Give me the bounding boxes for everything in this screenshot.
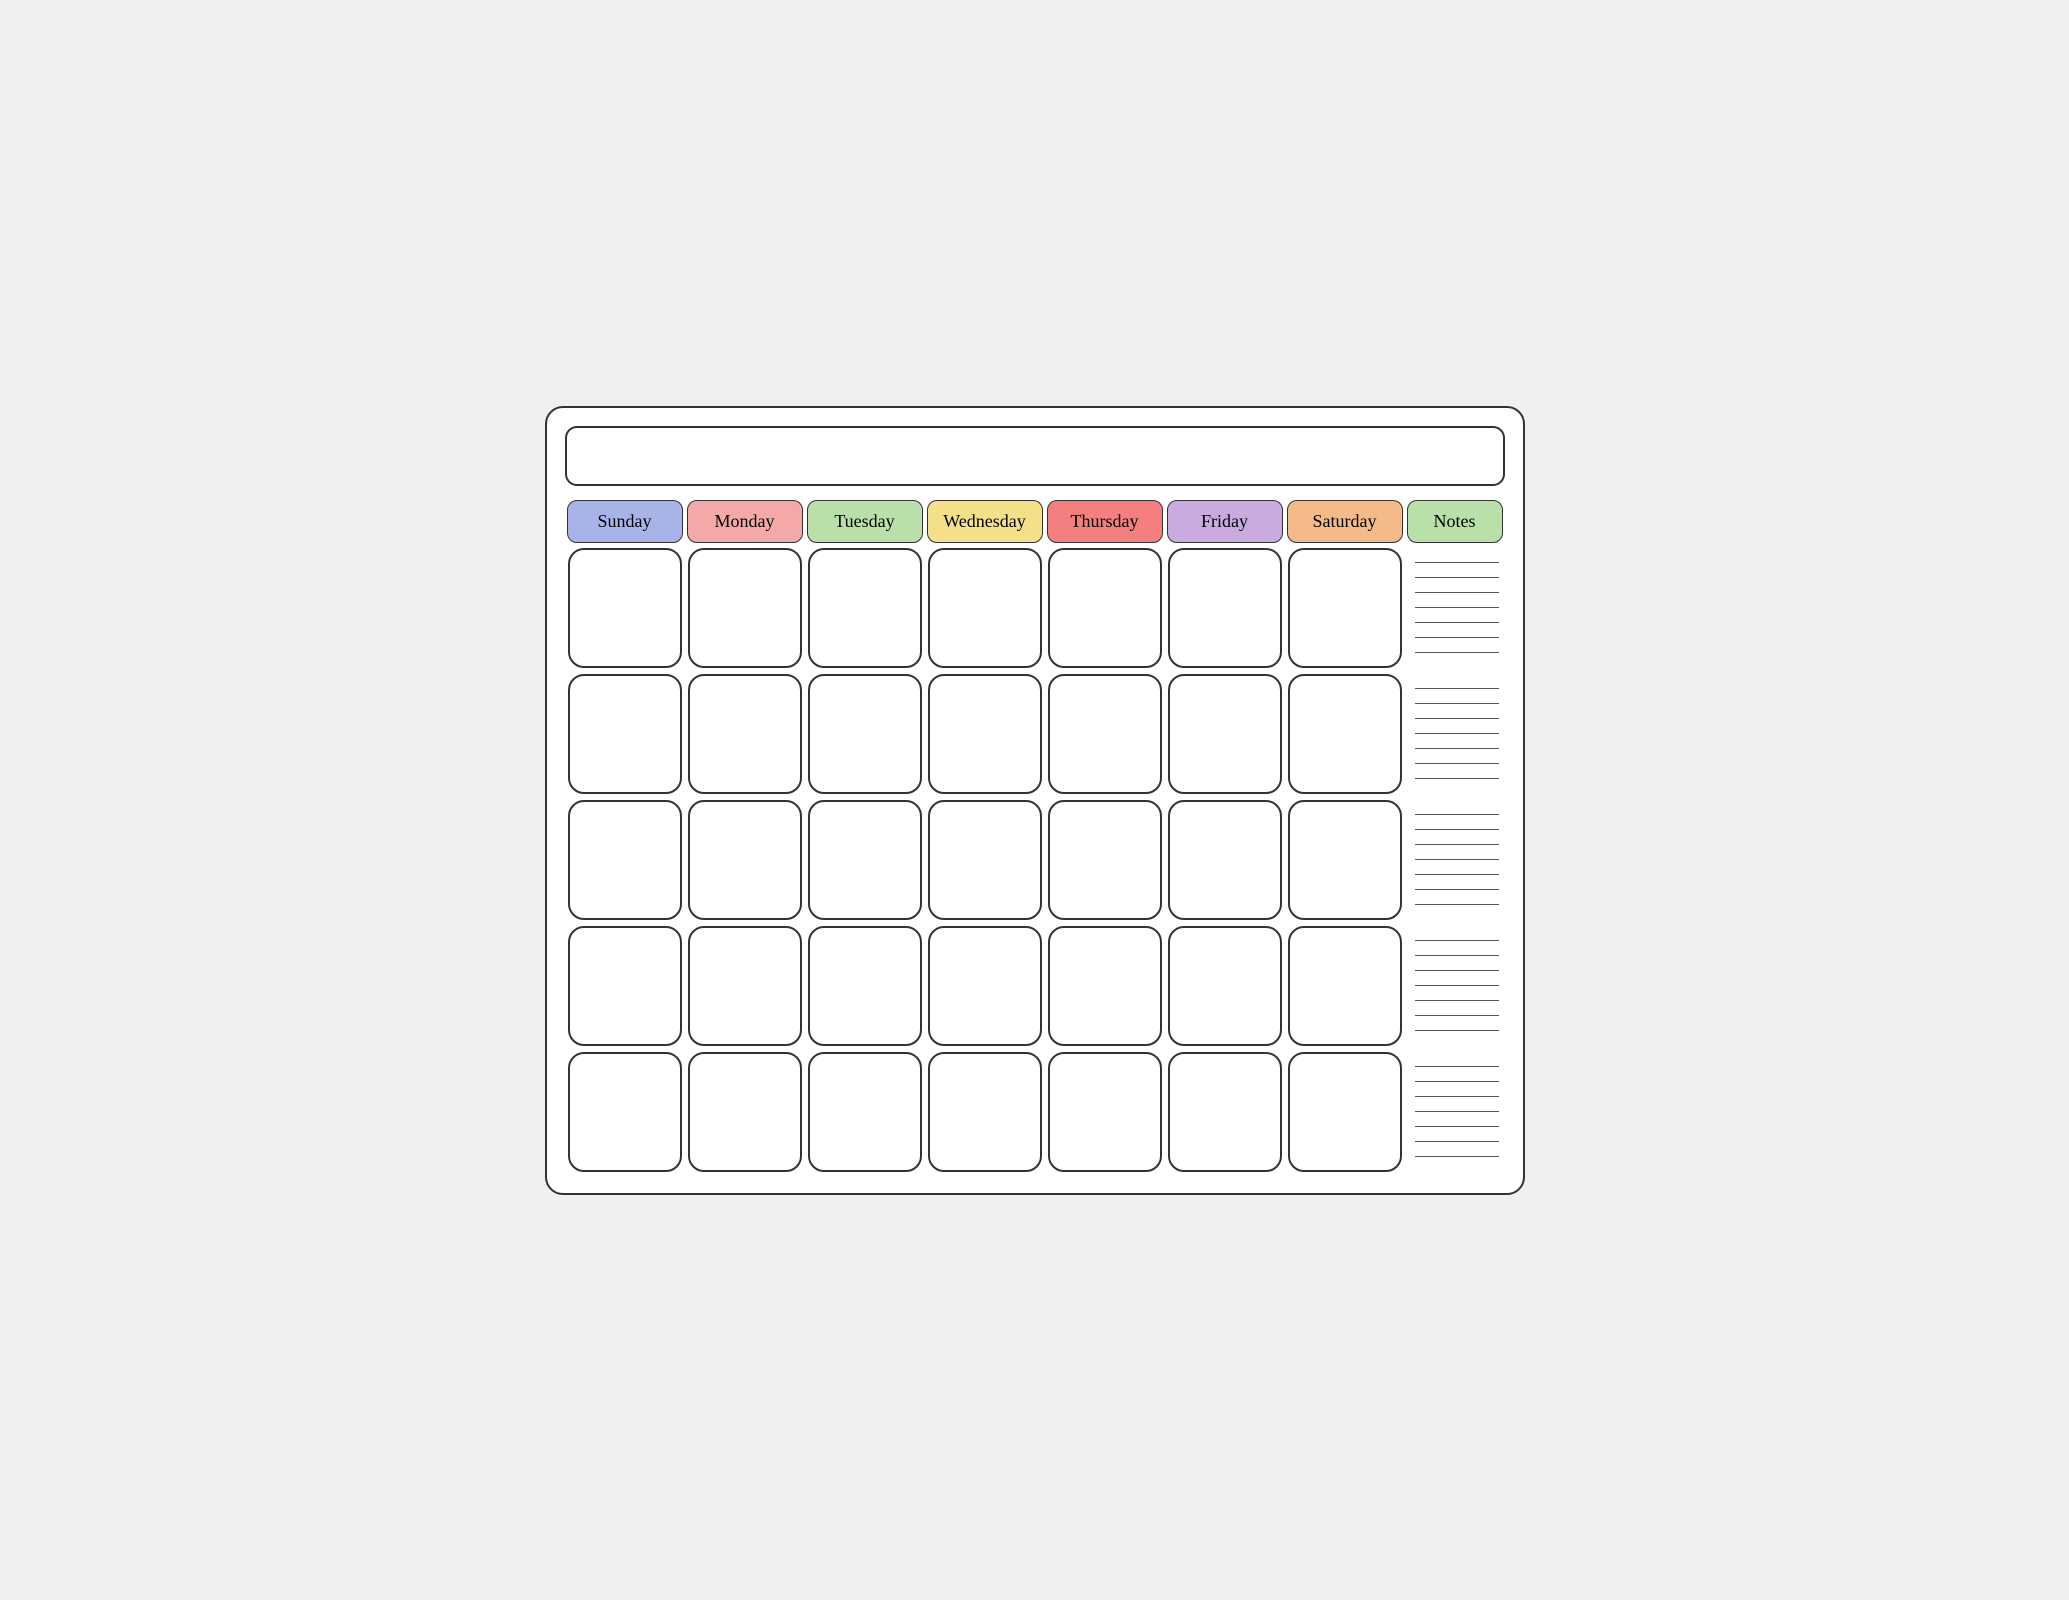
- notes-line: [1415, 1066, 1499, 1067]
- cell-r4-fri[interactable]: [1168, 926, 1282, 1046]
- notes-line: [1415, 940, 1499, 941]
- notes-line: [1415, 622, 1499, 623]
- notes-line: [1415, 748, 1499, 749]
- notes-r3[interactable]: [1405, 797, 1505, 923]
- header-monday: Monday: [687, 500, 803, 543]
- cell-r2-tue[interactable]: [808, 674, 922, 794]
- notes-line: [1415, 874, 1499, 875]
- notes-line: [1415, 763, 1499, 764]
- notes-r5[interactable]: [1405, 1049, 1505, 1175]
- cell-r4-thu[interactable]: [1048, 926, 1162, 1046]
- notes-line: [1415, 703, 1499, 704]
- notes-r4[interactable]: [1405, 923, 1505, 1049]
- notes-line: [1415, 733, 1499, 734]
- cell-r2-mon[interactable]: [688, 674, 802, 794]
- notes-line: [1415, 814, 1499, 815]
- calendar-container: Sunday Monday Tuesday Wednesday Thursday…: [545, 406, 1525, 1195]
- notes-line: [1415, 607, 1499, 608]
- cell-r3-sun[interactable]: [568, 800, 682, 920]
- notes-line: [1415, 637, 1499, 638]
- cell-r1-tue[interactable]: [808, 548, 922, 668]
- notes-line: [1415, 859, 1499, 860]
- header-notes: Notes: [1407, 500, 1503, 543]
- header-sunday: Sunday: [567, 500, 683, 543]
- notes-line: [1415, 985, 1499, 986]
- cell-r3-sat[interactable]: [1288, 800, 1402, 920]
- notes-line: [1415, 1096, 1499, 1097]
- notes-line: [1415, 970, 1499, 971]
- cell-r3-fri[interactable]: [1168, 800, 1282, 920]
- title-bar[interactable]: [565, 426, 1505, 486]
- cell-r3-wed[interactable]: [928, 800, 1042, 920]
- cell-r5-tue[interactable]: [808, 1052, 922, 1172]
- cell-r1-wed[interactable]: [928, 548, 1042, 668]
- notes-line: [1415, 718, 1499, 719]
- notes-line: [1415, 1030, 1499, 1031]
- cell-r4-tue[interactable]: [808, 926, 922, 1046]
- cell-r5-fri[interactable]: [1168, 1052, 1282, 1172]
- cell-r4-wed[interactable]: [928, 926, 1042, 1046]
- cell-r5-thu[interactable]: [1048, 1052, 1162, 1172]
- cell-r5-sun[interactable]: [568, 1052, 682, 1172]
- notes-line: [1415, 955, 1499, 956]
- notes-line: [1415, 778, 1499, 779]
- cell-r3-mon[interactable]: [688, 800, 802, 920]
- header-thursday: Thursday: [1047, 500, 1163, 543]
- cell-r2-sun[interactable]: [568, 674, 682, 794]
- header-tuesday: Tuesday: [807, 500, 923, 543]
- calendar-grid: Sunday Monday Tuesday Wednesday Thursday…: [565, 498, 1505, 1175]
- notes-line: [1415, 1111, 1499, 1112]
- cell-r4-mon[interactable]: [688, 926, 802, 1046]
- cell-r3-thu[interactable]: [1048, 800, 1162, 920]
- notes-line: [1415, 1015, 1499, 1016]
- cell-r2-fri[interactable]: [1168, 674, 1282, 794]
- notes-r1[interactable]: [1405, 545, 1505, 671]
- cell-r5-sat[interactable]: [1288, 1052, 1402, 1172]
- notes-line: [1415, 844, 1499, 845]
- notes-r2[interactable]: [1405, 671, 1505, 797]
- cell-r2-thu[interactable]: [1048, 674, 1162, 794]
- notes-line: [1415, 688, 1499, 689]
- cell-r1-sun[interactable]: [568, 548, 682, 668]
- notes-line: [1415, 562, 1499, 563]
- cell-r2-wed[interactable]: [928, 674, 1042, 794]
- header-saturday: Saturday: [1287, 500, 1403, 543]
- notes-line: [1415, 1081, 1499, 1082]
- cell-r1-sat[interactable]: [1288, 548, 1402, 668]
- notes-line: [1415, 904, 1499, 905]
- cell-r4-sat[interactable]: [1288, 926, 1402, 1046]
- cell-r1-fri[interactable]: [1168, 548, 1282, 668]
- cell-r5-wed[interactable]: [928, 1052, 1042, 1172]
- notes-line: [1415, 889, 1499, 890]
- notes-line: [1415, 829, 1499, 830]
- header-wednesday: Wednesday: [927, 500, 1043, 543]
- notes-line: [1415, 577, 1499, 578]
- cell-r4-sun[interactable]: [568, 926, 682, 1046]
- notes-line: [1415, 592, 1499, 593]
- cell-r2-sat[interactable]: [1288, 674, 1402, 794]
- cell-r5-mon[interactable]: [688, 1052, 802, 1172]
- header-friday: Friday: [1167, 500, 1283, 543]
- notes-line: [1415, 1141, 1499, 1142]
- notes-line: [1415, 652, 1499, 653]
- notes-line: [1415, 1156, 1499, 1157]
- notes-line: [1415, 1126, 1499, 1127]
- cell-r1-thu[interactable]: [1048, 548, 1162, 668]
- notes-line: [1415, 1000, 1499, 1001]
- cell-r1-mon[interactable]: [688, 548, 802, 668]
- cell-r3-tue[interactable]: [808, 800, 922, 920]
